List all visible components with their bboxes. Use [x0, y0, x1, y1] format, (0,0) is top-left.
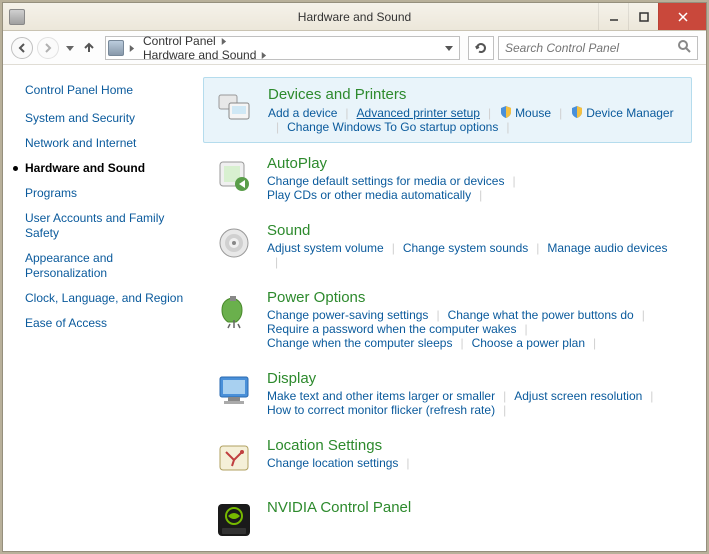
section-title-link[interactable]: NVIDIA Control Panel: [267, 499, 682, 516]
sub-link[interactable]: Device Manager: [570, 105, 673, 120]
section-icon: [213, 289, 255, 331]
link-divider: |: [585, 336, 604, 350]
sidebar-item[interactable]: System and Security: [25, 111, 197, 126]
section: Devices and PrintersAdd a device|Advance…: [203, 77, 692, 143]
search-input[interactable]: [505, 41, 678, 55]
section-icon: [213, 437, 255, 479]
forward-button[interactable]: [37, 37, 59, 59]
link-divider: |: [495, 389, 514, 403]
section: NVIDIA Control Panel: [203, 491, 692, 549]
link-divider: |: [428, 308, 447, 322]
window-controls: [598, 3, 706, 30]
sub-link[interactable]: Change default settings for media or dev…: [267, 174, 504, 188]
sub-link[interactable]: Advanced printer setup: [357, 106, 480, 120]
link-divider: |: [498, 120, 517, 134]
sidebar-item[interactable]: Clock, Language, and Region: [25, 291, 197, 306]
titlebar: Hardware and Sound: [3, 3, 706, 31]
sub-link[interactable]: Adjust screen resolution: [514, 389, 642, 403]
sub-link[interactable]: Play CDs or other media automatically: [267, 188, 471, 202]
content-area: Control Panel Home System and Security Ne…: [3, 65, 706, 551]
maximize-button[interactable]: [628, 3, 658, 30]
address-icon: [108, 40, 124, 56]
sub-link[interactable]: Mouse: [499, 105, 551, 120]
section-title-link[interactable]: Devices and Printers: [268, 86, 681, 103]
sub-link[interactable]: Change Windows To Go startup options: [287, 120, 498, 134]
breadcrumb-item[interactable]: Control Panel: [139, 34, 271, 48]
control-panel-window: Hardware and Sound Control PanelHardware…: [2, 2, 707, 552]
address-bar[interactable]: Control PanelHardware and Sound: [105, 36, 460, 60]
sub-link[interactable]: Change power-saving settings: [267, 308, 428, 322]
back-button[interactable]: [11, 37, 33, 59]
link-divider: |: [634, 308, 653, 322]
breadcrumb-sep[interactable]: [124, 41, 139, 55]
section: Display Make text and other items larger …: [203, 362, 692, 425]
link-divider: |: [516, 322, 535, 336]
sidebar-item[interactable]: Network and Internet: [25, 136, 197, 151]
link-divider: |: [480, 106, 499, 120]
sub-link[interactable]: Choose a power plan: [472, 336, 585, 350]
breadcrumb-container: Control PanelHardware and Sound: [139, 34, 271, 62]
minimize-button[interactable]: [598, 3, 628, 30]
section-icon: [213, 499, 255, 541]
up-button[interactable]: [81, 42, 97, 54]
sub-link[interactable]: Add a device: [268, 106, 337, 120]
sub-link[interactable]: Require a password when the computer wak…: [267, 322, 516, 336]
link-divider: |: [452, 336, 471, 350]
section-icon: [214, 86, 256, 128]
refresh-button[interactable]: [468, 36, 494, 60]
recent-locations-dropdown[interactable]: [63, 44, 77, 52]
app-icon: [9, 9, 25, 25]
section-title-link[interactable]: Power Options: [267, 289, 682, 306]
link-divider: |: [504, 174, 523, 188]
sub-link[interactable]: How to correct monitor flicker (refresh …: [267, 403, 495, 417]
section: Power Options Change power-saving setting…: [203, 281, 692, 358]
section-title-link[interactable]: AutoPlay: [267, 155, 682, 172]
link-divider: |: [528, 241, 547, 255]
link-divider: |: [642, 389, 661, 403]
sidebar: Control Panel Home System and Security Ne…: [3, 65, 203, 551]
sub-link[interactable]: Adjust system volume: [267, 241, 384, 255]
link-divider: |: [267, 255, 286, 269]
shield-icon: [570, 105, 584, 119]
sub-link[interactable]: Change when the computer sleeps: [267, 336, 452, 350]
search-icon[interactable]: [678, 40, 691, 56]
navigation-bar: Control PanelHardware and Sound: [3, 31, 706, 65]
sidebar-item[interactable]: Hardware and Sound: [25, 161, 197, 176]
section: Location Settings Change location setting…: [203, 429, 692, 487]
section-icon: [213, 370, 255, 412]
shield-icon: [499, 105, 513, 119]
sub-link[interactable]: Change what the power buttons do: [448, 308, 634, 322]
section-icon: [213, 222, 255, 264]
sidebar-item[interactable]: User Accounts and Family Safety: [25, 211, 197, 241]
address-dropdown[interactable]: [441, 44, 457, 52]
sub-link[interactable]: Make text and other items larger or smal…: [267, 389, 495, 403]
search-box[interactable]: [498, 36, 698, 60]
section-title-link[interactable]: Sound: [267, 222, 682, 239]
link-divider: |: [471, 188, 490, 202]
link-divider: |: [551, 106, 570, 120]
section: AutoPlay Change default settings for medi…: [203, 147, 692, 210]
sub-link[interactable]: Change location settings: [267, 456, 398, 470]
sidebar-item[interactable]: Appearance and Personalization: [25, 251, 197, 281]
control-panel-home-link[interactable]: Control Panel Home: [25, 83, 197, 97]
main-panel: Devices and PrintersAdd a device|Advance…: [203, 65, 706, 551]
link-divider: |: [337, 106, 356, 120]
link-divider: |: [384, 241, 403, 255]
breadcrumb-item[interactable]: Hardware and Sound: [139, 48, 271, 62]
sub-link[interactable]: Manage audio devices: [547, 241, 667, 255]
link-divider: |: [398, 456, 417, 470]
section-icon: [213, 155, 255, 197]
section-title-link[interactable]: Display: [267, 370, 682, 387]
sidebar-item[interactable]: Programs: [25, 186, 197, 201]
close-button[interactable]: [658, 3, 706, 30]
sub-link[interactable]: Change system sounds: [403, 241, 528, 255]
section: SoundAdjust system volume|Change system …: [203, 214, 692, 277]
link-divider: |: [268, 120, 287, 134]
sidebar-item[interactable]: Ease of Access: [25, 316, 197, 331]
section-title-link[interactable]: Location Settings: [267, 437, 682, 454]
link-divider: |: [495, 403, 514, 417]
